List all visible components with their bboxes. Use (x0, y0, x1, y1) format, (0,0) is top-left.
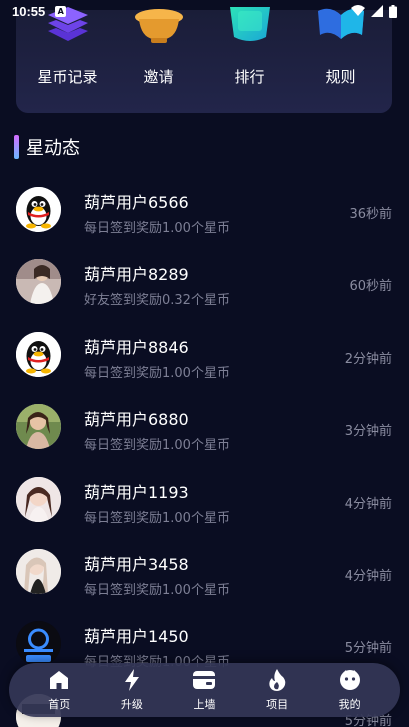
nav-home[interactable]: 首页 (29, 669, 89, 712)
user-name: 葫芦用户6566 (84, 193, 189, 212)
flame-icon (268, 668, 286, 691)
home-icon (49, 669, 69, 691)
avatar (16, 548, 61, 594)
status-time: 10:55 (12, 3, 46, 19)
time-ago: 36秒前 (349, 207, 392, 222)
user-name: 葫芦用户8846 (84, 337, 189, 357)
activity-text: 每日签到奖励1.00个星币 (84, 438, 230, 454)
lightning-icon (124, 668, 140, 691)
qq-penguin-avatar (16, 331, 61, 377)
feed-item[interactable]: 葫芦用户6880 每日签到奖励1.00个星币 3分钟前 (0, 390, 409, 462)
activity-text: 每日签到奖励1.00个星币 (84, 221, 230, 236)
feature-label: 邀请 (143, 68, 174, 86)
nav-label: 项目 (266, 697, 289, 711)
nav-projects[interactable]: 项目 (247, 668, 307, 712)
app-notification-icon: A (55, 5, 67, 17)
photo-avatar (16, 259, 61, 305)
status-bar: 10:55 A (0, 0, 409, 22)
user-name: 葫芦用户3458 (84, 554, 189, 574)
time-ago: 4分钟前 (344, 568, 392, 584)
feed-item[interactable]: 葫芦用户1193 每日签到奖励1.00个星币 4分钟前 (0, 463, 409, 535)
feature-label: 规则 (325, 68, 356, 86)
feed-item[interactable]: 葫芦用户3458 每日签到奖励1.00个星币 4分钟前 (0, 535, 409, 607)
bottom-nav: 首页 升级 上墙 项目 我的 (9, 663, 400, 717)
feed-item[interactable]: 葫芦用户8846 每日签到奖励1.00个星币 2分钟前 (0, 318, 409, 390)
activity-text: 每日签到奖励1.00个星币 (84, 582, 230, 598)
activity-text: 好友签到奖励0.32个星币 (84, 293, 230, 309)
photo-avatar (16, 476, 61, 522)
avatar (16, 187, 61, 232)
nav-wall[interactable]: 上墙 (174, 669, 234, 712)
time-ago: 3分钟前 (344, 424, 392, 440)
feature-card: 星币记录 邀请 排行 规则 (16, 7, 392, 113)
user-name: 葫芦用户8289 (84, 265, 189, 285)
avatar (16, 331, 61, 377)
photo-avatar (16, 404, 61, 450)
avatar (16, 476, 61, 522)
avatar (16, 404, 61, 450)
time-ago: 5分钟前 (344, 641, 392, 657)
avatar (16, 259, 61, 305)
libra-logo-avatar (16, 621, 61, 667)
activity-text: 每日签到奖励1.00个星币 (84, 510, 230, 526)
battery-icon (389, 4, 397, 18)
avatar (16, 621, 61, 667)
user-name: 葫芦用户1450 (84, 627, 189, 647)
profile-face-icon (339, 669, 361, 691)
time-ago: 2分钟前 (344, 351, 392, 367)
feature-label: 排行 (234, 68, 265, 86)
activity-text: 每日签到奖励1.00个星币 (84, 365, 230, 381)
section-title: 星动态 (14, 134, 80, 160)
nav-profile[interactable]: 我的 (320, 669, 380, 712)
signal-icon (371, 5, 383, 17)
time-ago: 4分钟前 (344, 496, 392, 512)
nav-upgrade[interactable]: 升级 (102, 668, 162, 712)
user-name: 葫芦用户6880 (84, 410, 189, 430)
feature-label: 星币记录 (37, 68, 98, 86)
activity-feed: 葫芦用户6566 每日签到奖励1.00个星币 36秒前 葫芦用户8289 好友签… (0, 173, 409, 727)
wifi-icon (351, 5, 365, 16)
feed-item[interactable]: 葫芦用户8289 好友签到奖励0.32个星币 60秒前 (0, 245, 409, 317)
nav-label: 升级 (120, 697, 143, 711)
photo-avatar (16, 548, 61, 594)
time-ago: 60秒前 (349, 279, 392, 295)
wallet-icon (193, 669, 216, 691)
nav-label: 我的 (338, 697, 361, 711)
nav-label: 上墙 (193, 697, 216, 711)
section-title-text: 星动态 (26, 138, 80, 159)
section-accent-bar (14, 135, 19, 159)
user-name: 葫芦用户1193 (84, 482, 189, 502)
feed-item[interactable]: 葫芦用户6566 每日签到奖励1.00个星币 36秒前 (0, 173, 409, 245)
nav-label: 首页 (48, 697, 71, 711)
qq-penguin-avatar (16, 187, 61, 232)
